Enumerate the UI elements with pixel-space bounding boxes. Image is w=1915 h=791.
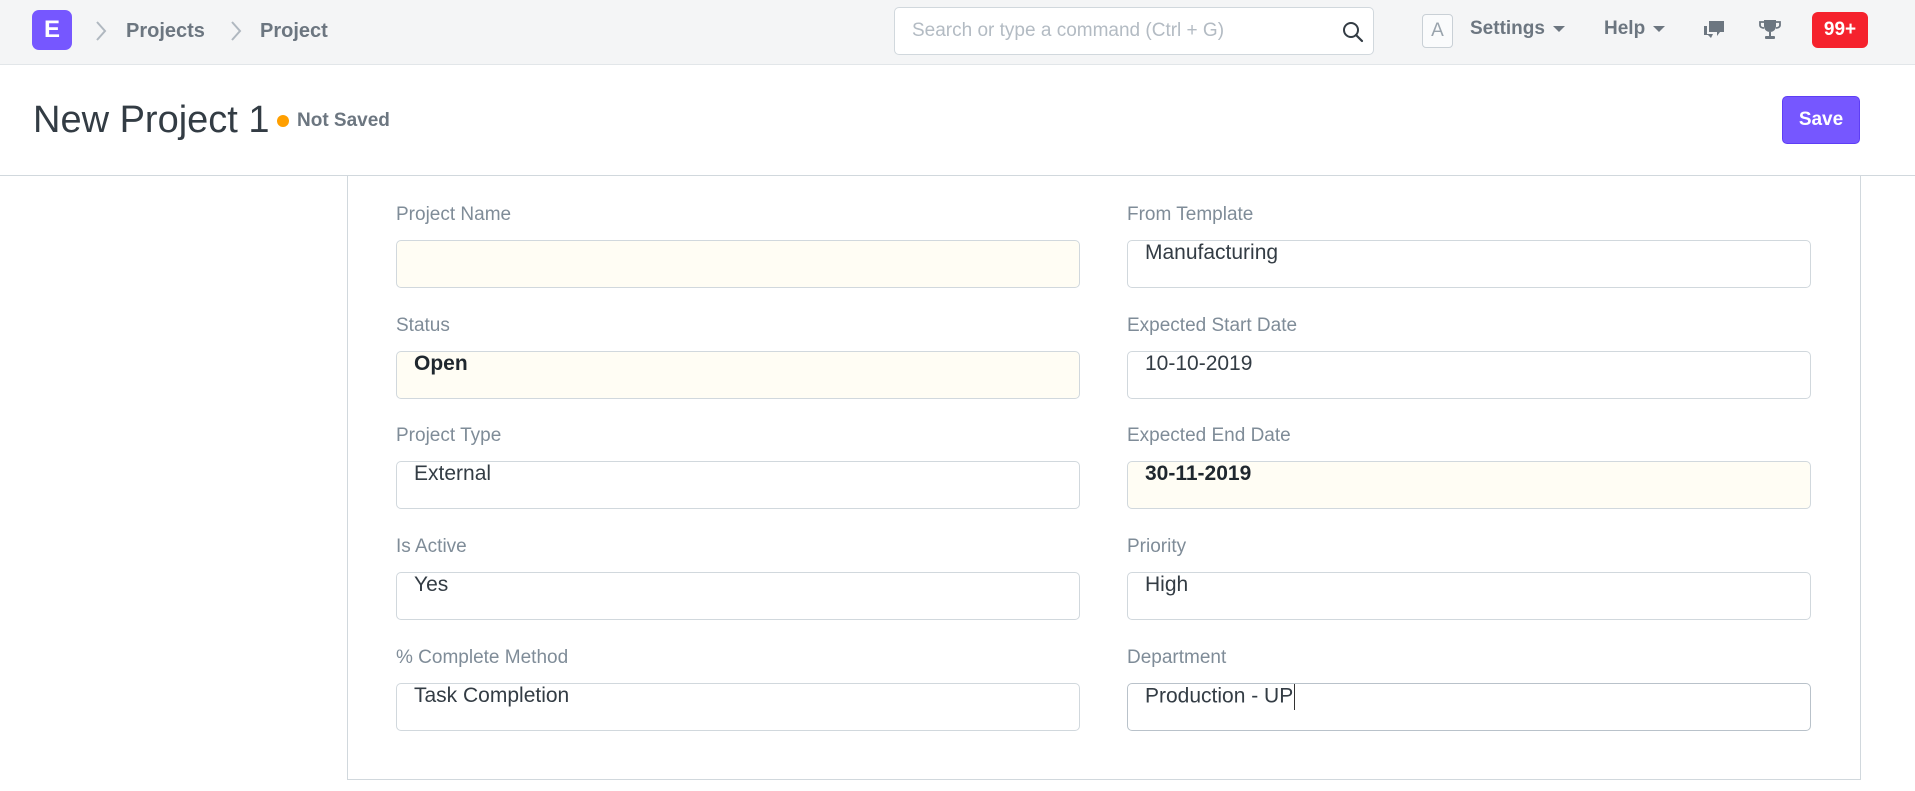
expected-end-date-input[interactable]: 30-11-2019	[1127, 461, 1811, 509]
page-title: New Project 1	[33, 99, 270, 141]
field-label: From Template	[1127, 204, 1254, 225]
project-name-input[interactable]	[396, 240, 1080, 288]
chat-icon[interactable]	[1701, 17, 1727, 43]
field-label: Project Name	[396, 204, 512, 225]
settings-label: Settings	[1470, 18, 1545, 39]
navbar: E Projects Project A Settings Help 99+	[0, 0, 1915, 65]
priority-select[interactable]: High	[1127, 572, 1811, 620]
complete-method-select[interactable]: Task Completion	[396, 683, 1080, 731]
field-label: Expected Start Date	[1127, 315, 1298, 336]
search-bar[interactable]	[894, 7, 1374, 55]
field-expected-start-date: Expected Start Date 10-10-2019	[1127, 315, 1811, 399]
field-from-template: From Template Manufacturing	[1127, 204, 1811, 288]
status-select[interactable]: Open	[396, 351, 1080, 399]
field-complete-method: % Complete Method Task Completion	[396, 647, 1080, 731]
field-is-active: Is Active Yes	[396, 536, 1080, 620]
department-value: Production - UP	[1145, 684, 1294, 708]
trophy-icon[interactable]	[1757, 17, 1783, 43]
breadcrumb-project[interactable]: Project	[260, 20, 328, 44]
expected-start-date-input[interactable]: 10-10-2019	[1127, 351, 1811, 399]
app-logo[interactable]: E	[32, 10, 72, 50]
chevron-right-icon	[231, 21, 242, 41]
caret-down-icon	[1653, 25, 1666, 32]
status-indicator-dot	[277, 115, 289, 127]
search-input[interactable]	[896, 9, 1316, 53]
field-project-name: Project Name	[396, 204, 1080, 288]
breadcrumb-projects[interactable]: Projects	[126, 20, 205, 44]
help-label: Help	[1604, 18, 1646, 39]
field-label: Status	[396, 315, 450, 336]
department-input[interactable]: Production - UP	[1127, 683, 1811, 731]
help-menu[interactable]: Help	[1604, 18, 1666, 44]
project-form: Project Name Status Open Project Type Ex…	[347, 176, 1861, 780]
field-label: Priority	[1127, 536, 1187, 557]
search-icon[interactable]	[1341, 20, 1365, 44]
field-label: Department	[1127, 647, 1227, 668]
avatar[interactable]: A	[1422, 14, 1453, 48]
project-type-input[interactable]: External	[396, 461, 1080, 509]
text-cursor	[1294, 684, 1296, 710]
page-head: New Project 1 Not Saved Save	[0, 65, 1915, 176]
field-expected-end-date: Expected End Date 30-11-2019	[1127, 425, 1811, 509]
field-status: Status Open	[396, 315, 1080, 399]
chevron-right-icon	[96, 21, 107, 41]
save-button[interactable]: Save	[1782, 96, 1860, 144]
notification-badge[interactable]: 99+	[1812, 12, 1868, 48]
field-label: % Complete Method	[396, 647, 569, 668]
caret-down-icon	[1552, 25, 1565, 32]
from-template-input[interactable]: Manufacturing	[1127, 240, 1811, 288]
field-project-type: Project Type External	[396, 425, 1080, 509]
field-label: Expected End Date	[1127, 425, 1291, 446]
status-badge: Not Saved	[297, 110, 390, 131]
settings-menu[interactable]: Settings	[1470, 18, 1565, 44]
field-label: Is Active	[396, 536, 467, 557]
is-active-select[interactable]: Yes	[396, 572, 1080, 620]
field-priority: Priority High	[1127, 536, 1811, 620]
field-label: Project Type	[396, 425, 502, 446]
field-department: Department Production - UP	[1127, 647, 1811, 731]
